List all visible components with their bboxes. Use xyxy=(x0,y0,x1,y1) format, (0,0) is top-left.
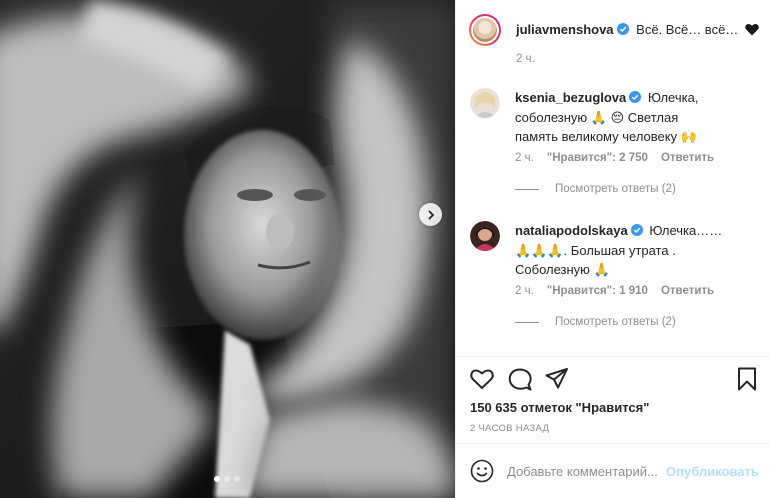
post-photo[interactable] xyxy=(0,0,455,498)
comment-time: 2 ч. xyxy=(515,285,534,297)
reply-button[interactable]: Ответить xyxy=(661,152,714,164)
caption-block: juliavmenshova Всё. Всё… всё… 2 ч. xyxy=(456,0,770,72)
next-photo-button[interactable] xyxy=(419,203,442,226)
reply-button[interactable]: Ответить xyxy=(661,285,714,297)
caption-text: Всё. Всё… всё… xyxy=(636,22,739,37)
bookmark-icon[interactable] xyxy=(734,366,760,392)
author-avatar[interactable] xyxy=(469,14,501,46)
post-actions xyxy=(456,366,770,396)
section-divider xyxy=(456,356,770,357)
comment-time: 2 ч. xyxy=(515,152,534,164)
carousel-dot xyxy=(214,476,220,482)
replies-divider-line xyxy=(515,188,539,190)
comment-meta: 2 ч. "Нравится": 1 910 Ответить xyxy=(515,285,714,297)
comment-text-line: Юлечка…… xyxy=(649,223,723,238)
carousel-dot xyxy=(234,476,240,482)
carousel-dot xyxy=(224,476,230,482)
comment-composer: Опубликовать xyxy=(456,443,770,498)
comment-input[interactable] xyxy=(507,461,667,481)
likes-count[interactable]: 150 635 отметок "Нравится" xyxy=(470,400,649,415)
caption-time: 2 ч. xyxy=(516,53,535,65)
comment-text-line: 🙏🙏🙏. Большая утрата . xyxy=(515,242,676,258)
post-side-panel: juliavmenshova Всё. Всё… всё… 2 ч. kseni… xyxy=(455,0,770,498)
black-heart-icon xyxy=(745,24,759,36)
verified-badge-icon xyxy=(616,23,629,35)
comment-likes[interactable]: "Нравится": 1 910 xyxy=(547,285,648,297)
view-replies-label: Посмотреть ответы (2) xyxy=(555,183,676,195)
view-replies-button[interactable]: Посмотреть ответы (2) xyxy=(515,183,676,195)
view-replies-button[interactable]: Посмотреть ответы (2) xyxy=(515,316,676,328)
comment-meta: 2 ч. "Нравится": 2 750 Ответить xyxy=(515,152,714,164)
comment-text-line: память великому человеку 🙌 xyxy=(515,129,697,144)
commenter-avatar[interactable] xyxy=(470,88,500,118)
emoji-icon[interactable] xyxy=(470,459,494,483)
share-send-icon[interactable] xyxy=(544,366,570,392)
verified-badge-icon xyxy=(630,224,643,236)
instagram-post: juliavmenshova Всё. Всё… всё… 2 ч. kseni… xyxy=(0,0,770,498)
verified-badge-icon xyxy=(629,91,642,103)
comment-text-line: Юлечка, xyxy=(647,90,699,105)
comment-body: nataliapodolskaya Юлечка…… 🙏🙏🙏. Большая … xyxy=(515,221,730,280)
publish-button[interactable]: Опубликовать xyxy=(666,464,759,479)
comment-text-line: Соболезную 🙏 xyxy=(515,262,610,277)
comment-likes[interactable]: "Нравится": 2 750 xyxy=(547,152,648,164)
like-heart-icon[interactable] xyxy=(469,366,495,392)
replies-divider-line xyxy=(515,321,539,323)
view-replies-label: Посмотреть ответы (2) xyxy=(555,316,676,328)
comment-bubble-icon[interactable] xyxy=(507,366,533,392)
chevron-right-icon xyxy=(427,209,434,220)
commenter-avatar[interactable] xyxy=(470,221,500,251)
photo-image xyxy=(0,0,455,498)
carousel-dots xyxy=(214,476,240,482)
comment-text-line: соболезную 🙏 😔 Светлая xyxy=(515,109,679,125)
commenter-username[interactable]: nataliapodolskaya xyxy=(515,223,628,238)
commenter-username[interactable]: ksenia_bezuglova xyxy=(515,90,626,105)
caption-line: juliavmenshova Всё. Всё… всё… xyxy=(516,22,759,37)
comment-body: ksenia_bezuglova Юлечка, соболезную 🙏 😔 … xyxy=(515,88,730,147)
author-username[interactable]: juliavmenshova xyxy=(516,22,614,37)
posted-time: 2 ЧАСОВ НАЗАД xyxy=(470,423,550,434)
